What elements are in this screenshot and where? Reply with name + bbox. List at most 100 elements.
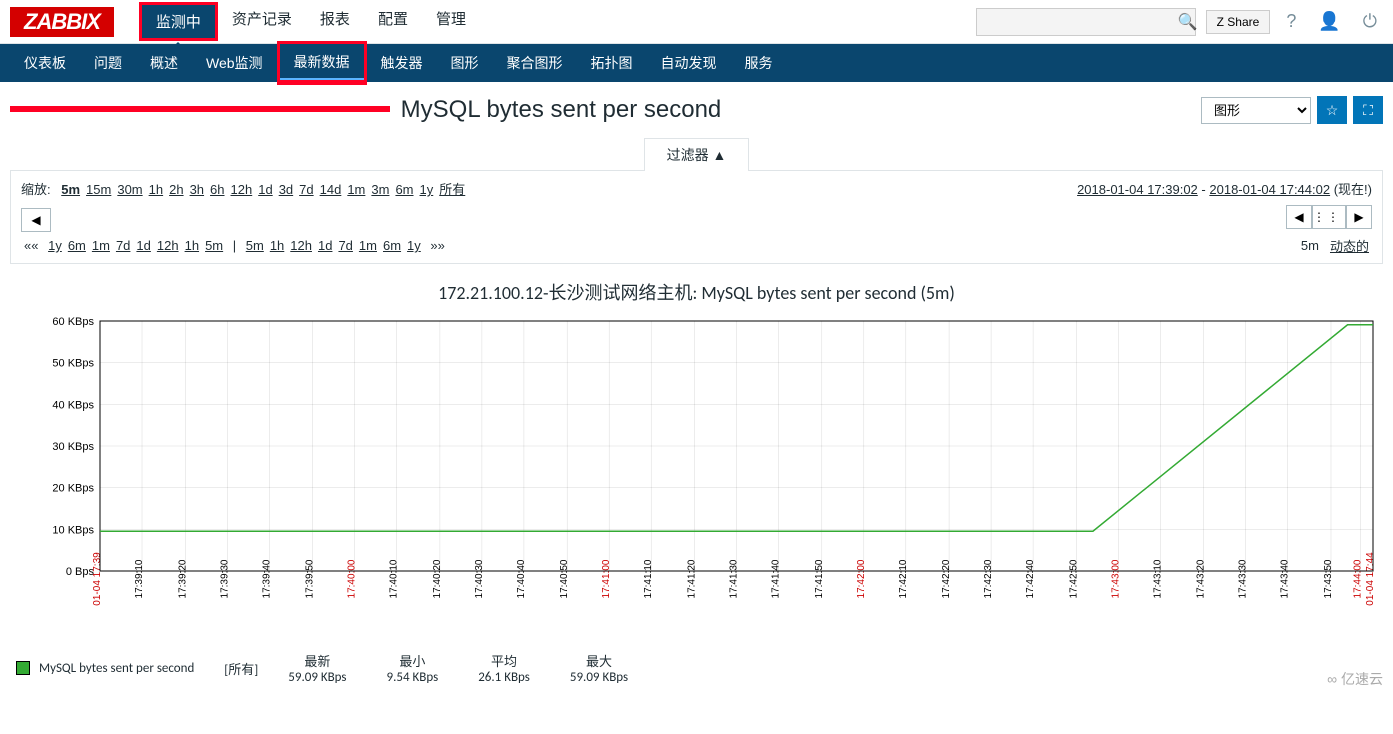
- zoom-option[interactable]: 30m: [117, 182, 142, 197]
- zoom-shift-link[interactable]: 1m: [92, 238, 110, 253]
- legend-series: MySQL bytes sent per second: [16, 661, 194, 676]
- sub-nav: 仪表板问题概述Web监测最新数据触发器图形聚合图形拓扑图自动发现服务: [0, 44, 1393, 82]
- zoom-shift-link[interactable]: 5m: [205, 238, 223, 253]
- fullscreen-button[interactable]: ⛶: [1353, 96, 1383, 124]
- legend-stat-label: 最新: [288, 651, 346, 670]
- sub-nav-item[interactable]: 图形: [437, 45, 493, 81]
- sub-nav-item[interactable]: 聚合图形: [493, 45, 577, 81]
- zoom-shift-link[interactable]: 1h: [270, 238, 284, 253]
- zoom-option[interactable]: 6h: [210, 182, 224, 197]
- sub-nav-item[interactable]: 最新数据: [277, 41, 367, 85]
- watermark: ∞ 亿速云: [1327, 669, 1383, 689]
- search-icon[interactable]: 🔍: [1170, 12, 1206, 32]
- svg-text:17:43:50: 17:43:50: [1323, 559, 1334, 598]
- top-nav-item[interactable]: 资产记录: [218, 2, 306, 41]
- svg-text:01-04 17:44: 01-04 17:44: [1365, 552, 1376, 606]
- zoom-shift-link[interactable]: 1m: [359, 238, 377, 253]
- zabbix-logo[interactable]: ZABBIX: [10, 7, 114, 37]
- nav-prev2-button[interactable]: ◀: [1286, 205, 1312, 229]
- zoom-shift-link[interactable]: 1y: [48, 238, 62, 253]
- zoom-option[interactable]: 2h: [169, 182, 183, 197]
- zoom-option[interactable]: 3h: [190, 182, 204, 197]
- zoom-option[interactable]: 1y: [420, 182, 434, 197]
- zoom-option[interactable]: 1d: [258, 182, 272, 197]
- legend-stat-value: 59.09 KBps: [570, 670, 628, 685]
- zoom-shift-link[interactable]: 7d: [116, 238, 130, 253]
- help-icon[interactable]: ?: [1280, 11, 1302, 32]
- favorite-button[interactable]: ☆: [1317, 96, 1347, 124]
- time-to[interactable]: 2018-01-04 17:44:02: [1209, 182, 1330, 197]
- zoom-row-1: 缩放: 5m 15m 30m 1h 2h 3h 6h 12h 1d 3d 7d 14d 1m 3m 6m 1y…: [21, 179, 1372, 198]
- search-input[interactable]: [977, 14, 1170, 29]
- zoom-shift-link[interactable]: 1d: [136, 238, 150, 253]
- svg-text:60 KBps: 60 KBps: [52, 316, 94, 328]
- legend-swatch: [16, 661, 30, 675]
- legend-stat: 最新59.09 KBps: [288, 651, 346, 685]
- svg-text:17:42:20: 17:42:20: [941, 559, 952, 598]
- svg-text:17:42:10: 17:42:10: [898, 559, 909, 598]
- zoom-option[interactable]: 14d: [320, 182, 342, 197]
- legend-series-name: MySQL bytes sent per second: [39, 661, 194, 676]
- sub-nav-item[interactable]: 拓扑图: [577, 45, 647, 81]
- svg-text:17:42:50: 17:42:50: [1068, 559, 1079, 598]
- zoom-option[interactable]: 3d: [279, 182, 293, 197]
- logout-icon[interactable]: ⏻: [1357, 11, 1383, 32]
- sub-nav-item[interactable]: Web监测: [192, 45, 277, 81]
- top-nav-item[interactable]: 管理: [422, 2, 480, 41]
- view-select[interactable]: 图形: [1201, 97, 1311, 124]
- zoom-option[interactable]: 7d: [299, 182, 313, 197]
- zoom-label: 缩放:: [21, 182, 51, 197]
- nav-calendar-button[interactable]: ⋮⋮⋮: [1312, 205, 1346, 229]
- top-nav-item[interactable]: 监测中: [139, 2, 218, 41]
- zoom-option[interactable]: 12h: [231, 182, 253, 197]
- legend-stat-value: 59.09 KBps: [288, 670, 346, 685]
- svg-text:17:41:30: 17:41:30: [729, 559, 740, 598]
- svg-text:40 KBps: 40 KBps: [52, 399, 94, 411]
- zoom-shift-link[interactable]: 1h: [185, 238, 199, 253]
- svg-text:17:41:10: 17:41:10: [643, 559, 654, 598]
- top-nav-item[interactable]: 配置: [364, 2, 422, 41]
- nav-next-button[interactable]: ▶: [1346, 205, 1372, 229]
- filter-toggle[interactable]: 过滤器 ▲: [644, 138, 750, 171]
- zoom-shift-link[interactable]: 7d: [338, 238, 352, 253]
- search-box[interactable]: 🔍: [976, 8, 1196, 36]
- legend-stats: 最新59.09 KBps最小9.54 KBps平均26.1 KBps最大59.0…: [288, 651, 628, 685]
- time-now-label: (现在!): [1334, 182, 1372, 197]
- zoom-shift-link[interactable]: 5m: [246, 238, 264, 253]
- zoom-option[interactable]: 1h: [149, 182, 163, 197]
- zoom-option[interactable]: 3m: [371, 182, 389, 197]
- top-nav-item[interactable]: 报表: [306, 2, 364, 41]
- sub-nav-item[interactable]: 自动发现: [647, 45, 731, 81]
- share-button[interactable]: Z Share: [1206, 10, 1271, 34]
- svg-text:20 KBps: 20 KBps: [52, 483, 94, 495]
- sub-nav-item[interactable]: 仪表板: [10, 45, 80, 81]
- zoom-shift-link[interactable]: 1d: [318, 238, 332, 253]
- zoom-option[interactable]: 所有: [439, 182, 465, 197]
- page-title: MySQL bytes sent per second: [10, 96, 721, 124]
- zoom-shift-link[interactable]: 12h: [157, 238, 179, 253]
- sub-nav-item[interactable]: 服务: [731, 45, 787, 81]
- zoom-status-mode[interactable]: 动态的: [1330, 236, 1369, 255]
- svg-text:17:40:00: 17:40:00: [347, 559, 358, 598]
- zoom-row-2: «« 1y6m1m7d1d12h1h5m | 5m1h12h1d7d1m6m1y…: [21, 236, 1372, 255]
- zoom-shift-link[interactable]: 6m: [383, 238, 401, 253]
- zoom-shift-link[interactable]: 6m: [68, 238, 86, 253]
- sub-nav-item[interactable]: 触发器: [367, 45, 437, 81]
- svg-text:17:42:30: 17:42:30: [983, 559, 994, 598]
- time-from[interactable]: 2018-01-04 17:39:02: [1077, 182, 1198, 197]
- zoom-option[interactable]: 6m: [395, 182, 413, 197]
- svg-text:0 Bps: 0 Bps: [66, 566, 95, 578]
- sub-nav-item[interactable]: 问题: [80, 45, 136, 81]
- zoom-option[interactable]: 1m: [347, 182, 365, 197]
- svg-text:17:41:40: 17:41:40: [771, 559, 782, 598]
- svg-text:30 KBps: 30 KBps: [52, 441, 94, 453]
- svg-text:17:40:30: 17:40:30: [474, 559, 485, 598]
- zoom-option[interactable]: 5m: [61, 182, 80, 197]
- chart-area: 172.21.100.12-长沙测试网络主机: MySQL bytes sent…: [10, 279, 1383, 641]
- sub-nav-item[interactable]: 概述: [136, 45, 192, 81]
- zoom-shift-link[interactable]: 1y: [407, 238, 421, 253]
- zoom-option[interactable]: 15m: [86, 182, 111, 197]
- zoom-shift-link[interactable]: 12h: [290, 238, 312, 253]
- nav-prev-button[interactable]: ◀: [21, 208, 51, 232]
- user-icon[interactable]: 👤: [1312, 11, 1346, 32]
